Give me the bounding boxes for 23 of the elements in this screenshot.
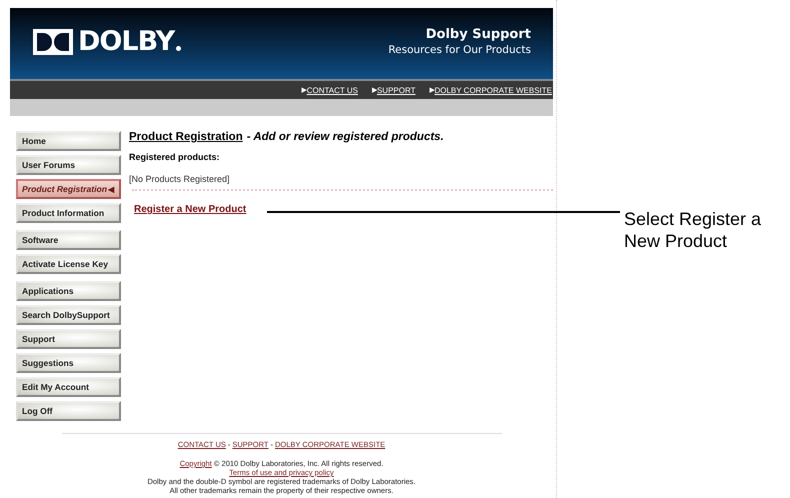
- sidebar-item[interactable]: Edit My Account: [16, 377, 121, 397]
- double-d-logo-icon: [33, 28, 73, 54]
- register-product-link[interactable]: Register a New Product: [134, 204, 246, 215]
- site-title: Dolby Support: [424, 27, 531, 42]
- sidebar-item[interactable]: Home: [16, 131, 121, 151]
- sidebar-item[interactable]: Software: [16, 230, 121, 250]
- sidebar-item[interactable]: Log Off: [16, 401, 121, 421]
- sidebar-item[interactable]: Product Registration◀: [16, 179, 121, 199]
- callout-text: Select Register a New Product: [624, 208, 762, 252]
- sidebar-item[interactable]: Applications: [16, 281, 121, 301]
- section-label: Registered products:: [129, 152, 221, 162]
- empty-message: [No Products Registered]: [129, 174, 231, 184]
- heading-note: - Add or review registered products.: [246, 131, 444, 143]
- logo-text: DOLBY: [78, 26, 174, 57]
- registered-mark-icon: [176, 46, 182, 51]
- sidebar-item[interactable]: User Forums: [16, 155, 121, 175]
- sidebar-item[interactable]: Support: [16, 329, 121, 349]
- sidebar-item[interactable]: Search DolbySupport: [16, 305, 121, 325]
- page-heading-link[interactable]: Product Registration: [129, 131, 243, 143]
- site-subtitle: Resources for Our Products: [388, 44, 531, 56]
- sidebar-item[interactable]: Activate License Key: [16, 254, 121, 274]
- sidebar-item[interactable]: Product Information: [16, 203, 121, 223]
- sidebar-item[interactable]: Suggestions: [16, 353, 121, 373]
